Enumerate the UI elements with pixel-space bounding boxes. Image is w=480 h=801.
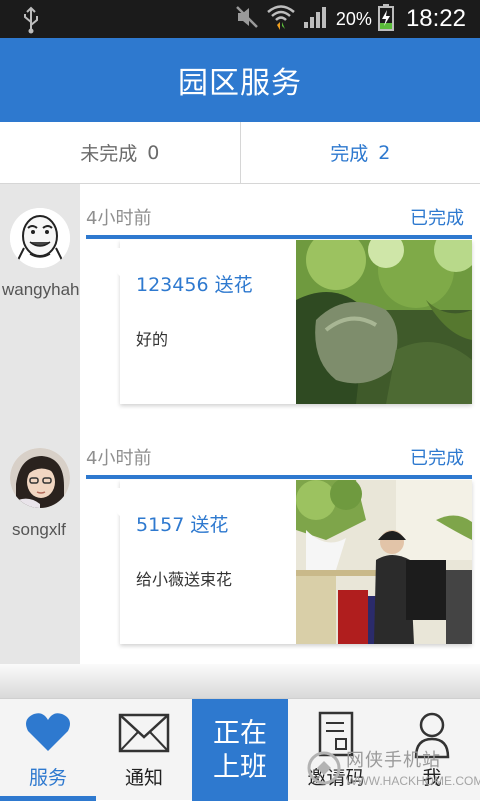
list-item: wangyhah 4小时前 已完成 123456 送花 好的 xyxy=(0,184,480,424)
girl-portrait-avatar xyxy=(10,448,70,508)
tab-count: 2 xyxy=(378,142,390,164)
nav-notifications[interactable]: 通知 xyxy=(96,699,192,801)
forest-rock-photo[interactable] xyxy=(296,240,472,404)
status-tabs: 未完成 0 完成 2 xyxy=(0,122,480,184)
avatar[interactable] xyxy=(10,208,70,268)
tab-label: 完成 xyxy=(330,139,368,166)
battery-percent: 20% xyxy=(336,9,372,30)
service-feed[interactable]: wangyhah 4小时前 已完成 123456 送花 好的 xyxy=(0,184,480,664)
list-item: songxlf 4小时前 已完成 5157 送花 给小薇送束花 xyxy=(0,424,480,664)
clock-in-line: 正在 xyxy=(192,717,288,751)
heart-icon xyxy=(0,711,96,753)
clock-in-label: 正在 上班 xyxy=(192,717,288,785)
request-title: 123456 送花 xyxy=(136,270,253,297)
request-message: 好的 xyxy=(136,326,168,350)
nav-label: 服务 xyxy=(0,763,96,790)
page-title: 园区服务 xyxy=(178,58,302,102)
card-pointer xyxy=(90,488,120,516)
tab-label: 未完成 xyxy=(80,139,137,166)
list-end-shadow xyxy=(0,664,480,698)
divider xyxy=(86,235,472,239)
tab-count: 0 xyxy=(147,142,159,164)
nav-label: 通知 xyxy=(96,763,192,790)
active-indicator xyxy=(0,796,96,801)
nav-invite-code[interactable]: 邀请码 xyxy=(288,699,384,801)
usb-icon xyxy=(20,6,42,38)
nav-label: 邀请码 xyxy=(288,763,384,790)
mute-icon xyxy=(234,4,260,34)
divider xyxy=(86,475,472,479)
card-pointer xyxy=(90,248,120,276)
nav-service[interactable]: 服务 xyxy=(0,699,96,801)
tab-complete[interactable]: 完成 2 xyxy=(240,122,480,183)
time-ago: 4小时前 xyxy=(86,444,151,470)
avatar[interactable] xyxy=(10,448,70,508)
signal-icon xyxy=(302,4,330,34)
username: songxlf xyxy=(10,520,90,540)
clock-in-line: 上班 xyxy=(192,751,288,785)
username: wangyhah xyxy=(0,280,80,300)
status-label: 已完成 xyxy=(410,444,464,470)
nav-clock-in[interactable]: 正在 上班 xyxy=(192,699,288,801)
clock: 18:22 xyxy=(406,5,466,33)
battery-charging-icon xyxy=(378,3,394,35)
wifi-icon xyxy=(266,3,296,35)
bottom-nav: 服务 通知 正在 上班 邀请码 xyxy=(0,698,480,800)
nav-label: 我 xyxy=(384,763,480,790)
time-ago: 4小时前 xyxy=(86,204,151,230)
app-header: 园区服务 xyxy=(0,38,480,122)
status-bar: 20% 18:22 xyxy=(0,0,480,38)
request-title: 5157 送花 xyxy=(136,510,228,537)
status-label: 已完成 xyxy=(410,204,464,230)
request-message: 给小薇送束花 xyxy=(136,566,232,590)
document-icon xyxy=(288,711,384,759)
request-card[interactable]: 5157 送花 给小薇送束花 xyxy=(120,480,472,644)
person-icon xyxy=(384,711,480,759)
envelope-icon xyxy=(96,711,192,755)
office-desk-photo[interactable] xyxy=(296,480,472,644)
meme-face-avatar xyxy=(10,208,70,268)
nav-me[interactable]: 我 xyxy=(384,699,480,801)
request-card[interactable]: 123456 送花 好的 xyxy=(120,240,472,404)
tab-incomplete[interactable]: 未完成 0 xyxy=(0,122,240,183)
